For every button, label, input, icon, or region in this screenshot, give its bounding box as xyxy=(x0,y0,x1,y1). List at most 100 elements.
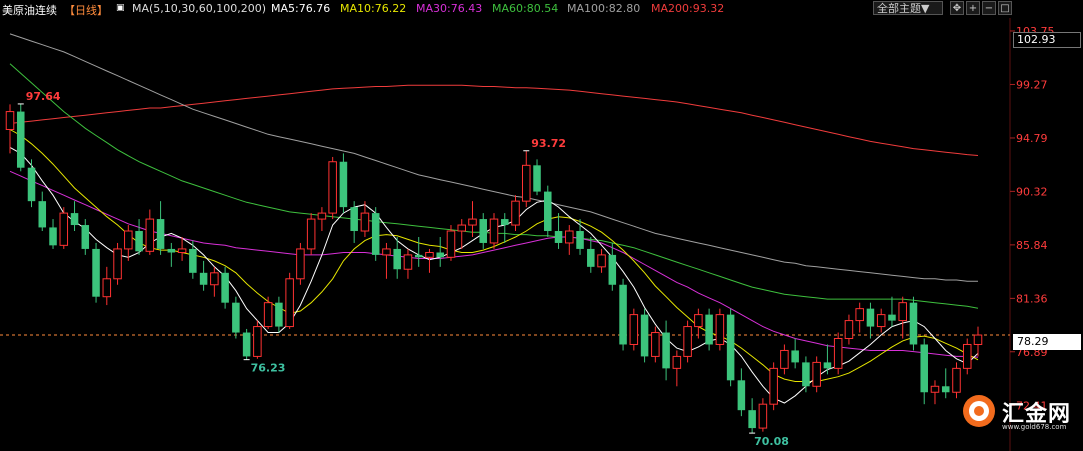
candle-body-up xyxy=(758,403,768,429)
candle-body-down xyxy=(189,248,197,273)
candle-body-up xyxy=(59,212,69,246)
candle-body-up xyxy=(898,302,907,322)
candle-body-up xyxy=(769,367,778,405)
ma5-line xyxy=(9,146,979,404)
candle-body-up xyxy=(328,161,337,214)
candle-body-up xyxy=(565,230,574,244)
price-tick-label: 81.36 xyxy=(1016,292,1048,305)
ma200-line xyxy=(9,84,979,156)
candle-body-up xyxy=(446,230,456,258)
candle-body-up xyxy=(844,320,854,340)
candle-body-down xyxy=(640,314,649,357)
candle-body-up xyxy=(425,252,434,258)
candle-body-down xyxy=(479,219,488,243)
ma100-label: MA100:82.80 xyxy=(567,2,641,15)
candle-body-up xyxy=(468,218,477,226)
candle-body-down xyxy=(705,314,713,345)
upper-price-box: 102.93 xyxy=(1013,32,1081,48)
candle-body-down xyxy=(576,231,584,249)
candle-body-down xyxy=(533,165,541,192)
ma60-label: MA60:80.54 xyxy=(492,2,559,15)
candle-body-down xyxy=(81,225,90,249)
candle-body-up xyxy=(952,367,961,393)
candle-body-down xyxy=(748,410,756,429)
instrument-title: 美原油连续 xyxy=(2,4,57,17)
candlestick-chart[interactable]: 103.7599.2794.7990.3285.8481.3676.8972.4… xyxy=(0,0,1083,451)
price-tick-label: 99.27 xyxy=(1016,78,1048,91)
candle-body-up xyxy=(317,212,327,220)
candle-body-up xyxy=(124,230,133,250)
candle-body-down xyxy=(802,362,810,387)
candle-body-up xyxy=(672,355,682,369)
candle-body-up xyxy=(360,212,370,232)
ma-params-label: MA(5,10,30,60,100,200) xyxy=(132,2,267,15)
candle-body-up xyxy=(855,308,864,322)
annotation-label: 76.23 xyxy=(251,362,286,375)
fullscreen-icon[interactable]: □ xyxy=(998,1,1012,15)
move-icon[interactable]: ✥ xyxy=(950,1,964,15)
candle-body-up xyxy=(833,338,843,369)
candle-body-down xyxy=(619,284,627,345)
candle-body-down xyxy=(242,332,251,357)
candle-body-down xyxy=(350,207,358,232)
candle-body-down xyxy=(888,314,896,321)
candle-body-up xyxy=(403,254,413,270)
candle-body-up xyxy=(306,218,316,250)
annotation-label: 70.08 xyxy=(754,435,789,448)
candle-body-up xyxy=(715,314,725,345)
ma5-label: MA5:76.76 xyxy=(271,2,331,15)
candle-body-down xyxy=(275,302,283,327)
candle-body-down xyxy=(221,272,229,303)
candle-body-up xyxy=(683,326,692,357)
price-tick-label: 90.32 xyxy=(1016,185,1048,198)
zoom-in-icon[interactable]: + xyxy=(966,1,980,15)
candle-body-down xyxy=(167,248,176,253)
candle-body-down xyxy=(135,231,143,252)
brand-logo: 汇金网 www.gold678.com xyxy=(958,392,1083,438)
candle-body-down xyxy=(371,213,380,255)
ma30-line xyxy=(9,170,979,358)
candle-body-down xyxy=(866,308,875,327)
candle-body-down xyxy=(393,248,401,270)
candle-body-down xyxy=(791,350,799,363)
candle-body-down xyxy=(232,302,240,333)
candle-body-down xyxy=(27,167,36,202)
ma200-label: MA200:93.32 xyxy=(651,2,725,15)
chart-toggle-icon[interactable]: ▣ xyxy=(116,3,125,13)
candle-body-down xyxy=(823,362,832,369)
candle-body-down xyxy=(544,191,552,232)
annotation-label: 97.64 xyxy=(26,90,61,103)
candle-body-down xyxy=(92,248,100,297)
candle-body-down xyxy=(339,161,348,208)
candle-body-up xyxy=(876,314,886,328)
candle-body-up xyxy=(694,314,703,328)
ma10-label: MA10:76.22 xyxy=(340,2,407,15)
candle-body-up xyxy=(263,302,273,328)
zoom-out-icon[interactable]: − xyxy=(982,1,996,15)
candle-body-down xyxy=(16,111,25,168)
candle-body-up xyxy=(973,334,983,345)
candle-body-down xyxy=(737,380,746,411)
candle-body-up xyxy=(962,343,972,369)
theme-selector-button[interactable]: 全部主题▼ xyxy=(873,1,943,15)
candle-body-down xyxy=(554,231,563,243)
candle-body-up xyxy=(296,248,305,280)
candle-body-up xyxy=(285,278,294,328)
candle-body-up xyxy=(113,248,122,280)
candle-body-down xyxy=(587,248,595,267)
candle-body-up xyxy=(457,224,466,232)
candle-body-down xyxy=(436,252,444,258)
ma10-line xyxy=(9,129,979,382)
chart-header: 美原油连续 【日线】 ▣ MA(5,10,30,60,100,200) MA5:… xyxy=(0,0,1083,18)
period-label[interactable]: 【日线】 xyxy=(64,2,108,18)
candle-body-up xyxy=(651,332,660,357)
price-tick-label: 85.84 xyxy=(1016,239,1048,252)
price-tick-label: 94.79 xyxy=(1016,132,1048,145)
candle-body-up xyxy=(253,326,262,357)
candle-body-down xyxy=(414,254,423,258)
candle-body-down xyxy=(500,219,509,226)
candle-body-up xyxy=(5,111,15,130)
candle-body-up xyxy=(489,218,499,244)
candle-body-up xyxy=(780,349,789,369)
annotation-label: 93.72 xyxy=(531,137,566,150)
